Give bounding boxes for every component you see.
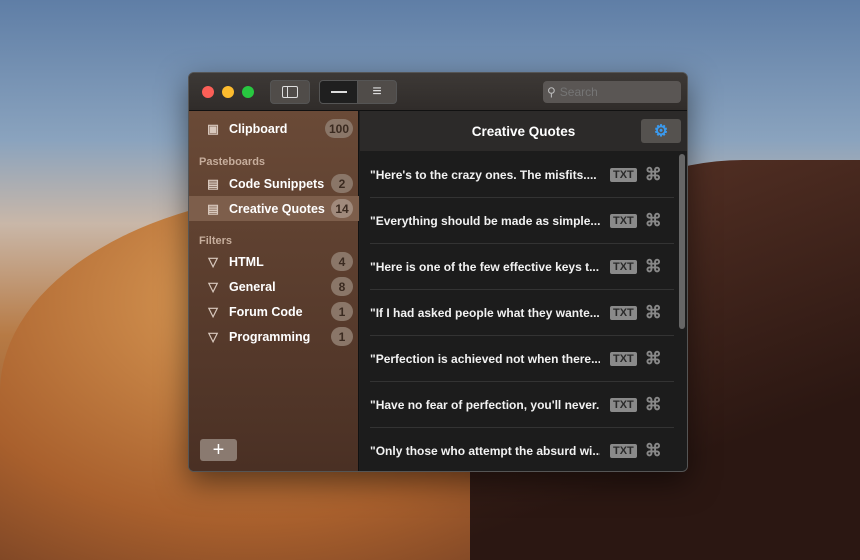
type-badge: TXT (610, 443, 637, 458)
sidebar-item-label: Programming (229, 329, 311, 344)
type-badge: TXT (610, 305, 637, 320)
line-icon (330, 91, 347, 93)
filter-icon: ▽ (208, 255, 218, 269)
item-text: "Everything should be made as simple... (370, 213, 600, 228)
gear-icon: ⚙ (653, 123, 669, 140)
sidebar-item-label: General (229, 279, 276, 294)
type-badge: TXT (610, 213, 637, 228)
type-badge: TXT (610, 259, 637, 274)
minimize-button[interactable] (222, 86, 234, 98)
search-input[interactable] (559, 85, 670, 99)
scrollbar[interactable] (679, 154, 685, 329)
command-icon[interactable]: ⌘ (645, 211, 662, 231)
count-badge: 14 (331, 199, 353, 218)
list-item[interactable]: "Only those who attempt the absurd wi...… (370, 428, 674, 471)
page-title: Creative Quotes (471, 123, 576, 139)
sidebar-item-clipboard[interactable]: ▣ Clipboard 100 (189, 116, 359, 141)
search-field[interactable]: ⚲ (543, 81, 681, 103)
document-icon: ▤ (207, 177, 219, 191)
sidebar-item-html[interactable]: ▽ HTML 4 (189, 249, 359, 274)
zoom-button[interactable] (242, 86, 254, 98)
sidebar-item-label: Forum Code (229, 304, 303, 319)
add-button[interactable]: + (200, 439, 237, 461)
sidebar-item-creative-quotes[interactable]: ▤ Creative Quotes 14 (189, 196, 359, 221)
filter-icon: ▽ (208, 305, 218, 319)
sidebar-item-code-sunippets[interactable]: ▤ Code Sunippets 2 (189, 171, 359, 196)
compact-view-button[interactable] (319, 80, 358, 104)
list-item[interactable]: "If I had asked people what they wante..… (370, 290, 674, 336)
command-icon[interactable]: ⌘ (645, 257, 662, 277)
settings-button[interactable]: ⚙ (641, 119, 681, 143)
item-text: "Perfection is achieved not when there..… (370, 351, 600, 366)
sidebar-item-label: Creative Quotes (229, 201, 325, 216)
command-icon[interactable]: ⌘ (645, 349, 662, 369)
section-header-pasteboards: Pasteboards (199, 156, 266, 168)
type-badge: TXT (610, 167, 637, 182)
list-view-button[interactable]: ≡ (357, 80, 397, 104)
item-text: "If I had asked people what they wante..… (370, 305, 600, 320)
item-text: "Have no fear of perfection, you'll neve… (370, 397, 600, 412)
toggle-sidebar-button[interactable] (270, 80, 310, 104)
list-item[interactable]: "Here's to the crazy ones. The misfits..… (370, 152, 674, 198)
filter-icon: ▽ (208, 330, 218, 344)
content-pane: Creative Quotes ⚙ "Here's to the crazy on… (360, 111, 687, 471)
count-badge: 8 (331, 277, 353, 296)
filter-icon: ▽ (208, 280, 218, 294)
sidebar-item-label: Code Sunippets (229, 176, 325, 191)
command-icon[interactable]: ⌘ (645, 441, 662, 461)
titlebar: ≡ ⚲ (189, 73, 687, 111)
type-badge: TXT (610, 397, 637, 412)
sidebar-icon (282, 86, 298, 98)
count-badge: 100 (324, 119, 353, 138)
sidebar-item-forum-code[interactable]: ▽ Forum Code 1 (189, 299, 359, 324)
command-icon[interactable]: ⌘ (645, 395, 662, 415)
item-text: "Here is one of the few effective keys t… (370, 259, 600, 274)
list-item[interactable]: "Everything should be made as simple... T… (370, 198, 674, 244)
list-icon: ≡ (372, 83, 382, 100)
clipboard-icon: ▣ (207, 122, 219, 136)
count-badge: 1 (331, 327, 353, 346)
sidebar-item-label: HTML (229, 254, 264, 269)
section-header-filters: Filters (199, 235, 233, 247)
document-icon: ▤ (207, 202, 219, 216)
count-badge: 2 (331, 174, 353, 193)
item-text: "Here's to the crazy ones. The misfits..… (370, 167, 597, 182)
list-item[interactable]: "Perfection is achieved not when there..… (370, 336, 674, 382)
sidebar-item-label: Clipboard (229, 121, 288, 136)
type-badge: TXT (610, 351, 637, 366)
list-item[interactable]: "Have no fear of perfection, you'll neve… (370, 382, 674, 428)
search-icon: ⚲ (547, 85, 556, 99)
item-text: "Only those who attempt the absurd wi... (370, 443, 600, 458)
sidebar-item-programming[interactable]: ▽ Programming 1 (189, 324, 359, 349)
command-icon[interactable]: ⌘ (645, 303, 662, 323)
close-button[interactable] (202, 86, 214, 98)
count-badge: 4 (331, 252, 353, 271)
command-icon[interactable]: ⌘ (645, 165, 662, 185)
content-header: Creative Quotes ⚙ (360, 111, 687, 151)
sidebar-item-general[interactable]: ▽ General 8 (189, 274, 359, 299)
sidebar: ▣ Clipboard 100 Pasteboards ▤ Code Sunippet… (189, 111, 359, 471)
count-badge: 1 (331, 302, 353, 321)
app-window: ≡ ⚲ ▣ Clipboard 100 Pasteboards ▤ Code Suni… (188, 72, 688, 472)
list-item[interactable]: "Here is one of the few effective keys t… (370, 244, 674, 290)
